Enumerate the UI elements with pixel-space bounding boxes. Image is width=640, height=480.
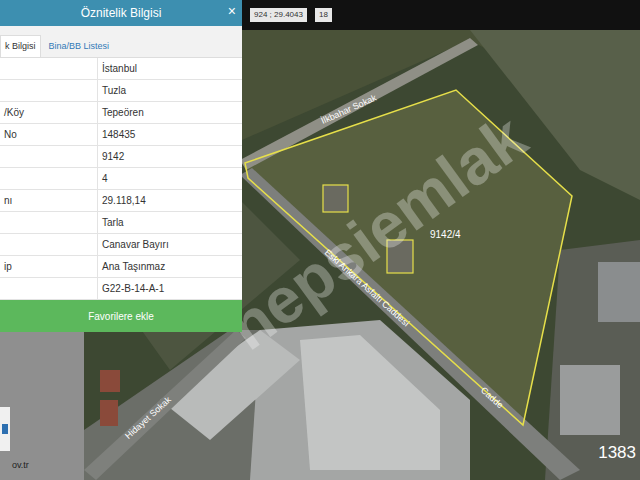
favorites-button[interactable]: Favorilere ekle (0, 300, 242, 332)
watermark: hepsiemlak (215, 100, 540, 363)
table-row: Canavar Bayırı (0, 234, 242, 256)
row-label: No (0, 124, 98, 145)
close-button[interactable]: × (228, 4, 236, 18)
table-row: nı29.118,14 (0, 190, 242, 212)
row-label (0, 58, 98, 79)
scale-label: 1383 (598, 443, 636, 462)
row-label: nı (0, 190, 98, 211)
table-row: ipAna Taşınmaz (0, 256, 242, 278)
table-row: No148435 (0, 124, 242, 146)
row-value: Tarla (98, 212, 242, 233)
row-label (0, 278, 98, 299)
row-value: G22-B-14-A-1 (98, 278, 242, 299)
attribute-panel: Öznitelik Bilgisi × k BilgisiBina/BB Liste… (0, 0, 242, 332)
attribute-table: İstanbulTuzla/KöyTepeörenNo14843591424nı… (0, 58, 242, 300)
row-label (0, 212, 98, 233)
tab-bar: k BilgisiBina/BB Listesi (0, 26, 242, 58)
street-label: Cadde (479, 385, 505, 410)
table-row: Tarla (0, 212, 242, 234)
sidebar: Öznitelik Bilgisi × k BilgisiBina/BB Liste… (0, 0, 242, 480)
panel-title: Öznitelik Bilgisi (81, 4, 162, 22)
row-value: 4 (98, 168, 242, 189)
row-label (0, 146, 98, 167)
row-label (0, 234, 98, 255)
row-label (0, 80, 98, 101)
street-label: İlkbahar Sokak (320, 92, 379, 126)
row-label (0, 168, 98, 189)
row-value: 9142 (98, 146, 242, 167)
row-value: Tepeören (98, 102, 242, 123)
zoom-box: 18 (315, 8, 332, 22)
row-label: /Köy (0, 102, 98, 123)
gray-strip: ov.tr (0, 332, 84, 480)
logo-icon (0, 407, 10, 451)
row-label: ip (0, 256, 98, 277)
row-value: 29.118,14 (98, 190, 242, 211)
panel-header: Öznitelik Bilgisi × (0, 0, 242, 26)
tab[interactable]: Bina/BB Listesi (45, 36, 114, 58)
footer-link[interactable]: ov.tr (0, 459, 84, 473)
row-value: Tuzla (98, 80, 242, 101)
map-app: 9142/4İlkbahar SokakEski Ankara Asfaltı … (0, 0, 640, 480)
row-value: Canavar Bayırı (98, 234, 242, 255)
coordinates-box: 924 ; 29.4043 (250, 8, 307, 22)
row-value: 148435 (98, 124, 242, 145)
row-value: Ana Taşınmaz (98, 256, 242, 277)
table-row: 4 (0, 168, 242, 190)
table-row: 9142 (0, 146, 242, 168)
table-row: İstanbul (0, 58, 242, 80)
top-bar: 924 ; 29.4043 18 (242, 0, 640, 30)
table-row: G22-B-14-A-1 (0, 278, 242, 300)
street-label: Hidayet Sokak (123, 394, 173, 441)
row-value: İstanbul (98, 58, 242, 79)
tab[interactable]: k Bilgisi (0, 35, 41, 58)
table-row: Tuzla (0, 80, 242, 102)
table-row: /KöyTepeören (0, 102, 242, 124)
